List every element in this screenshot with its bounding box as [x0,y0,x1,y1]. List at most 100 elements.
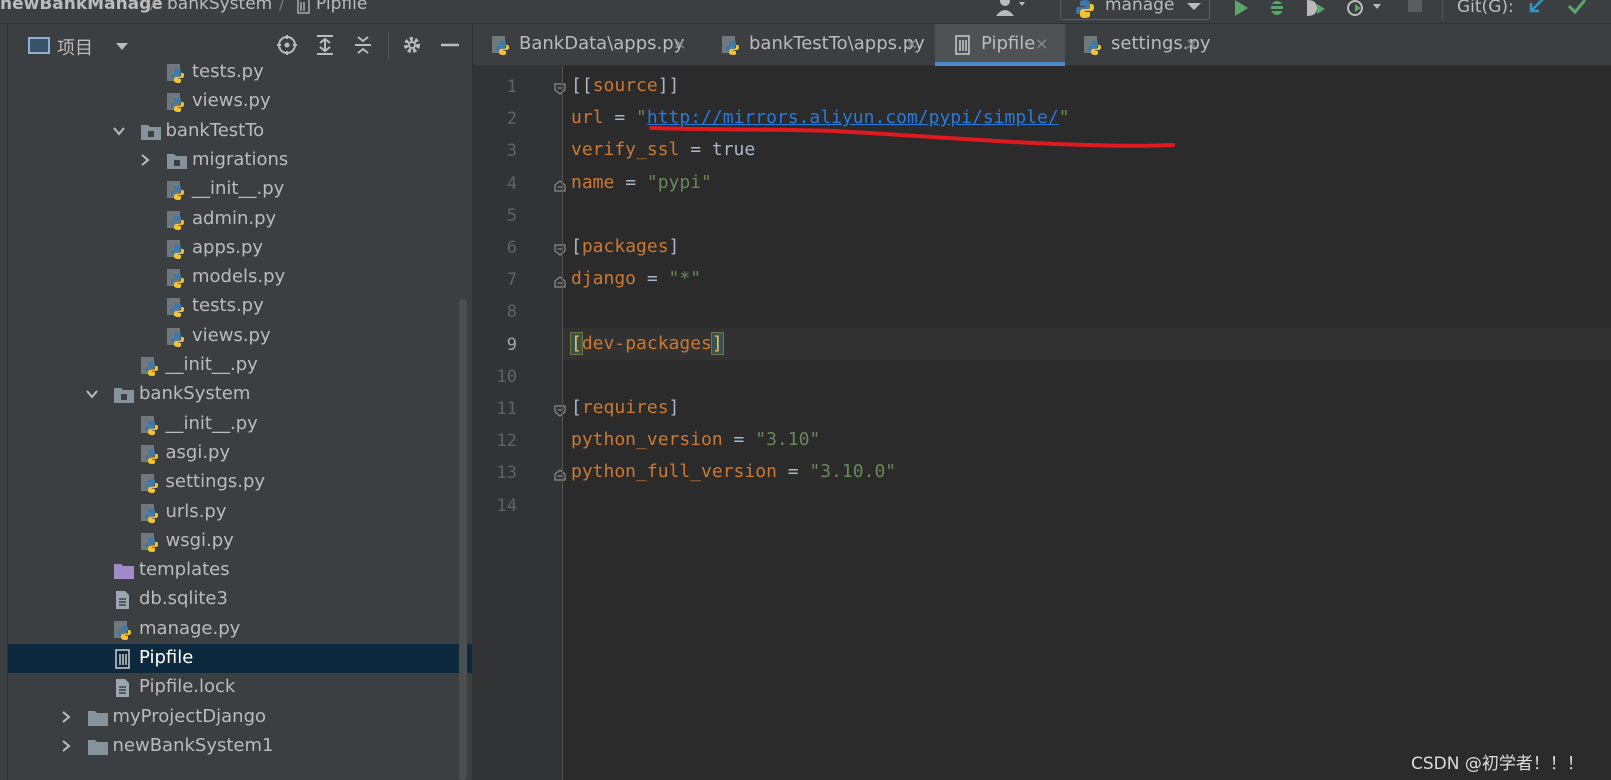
tab-label: BankData\apps.py [519,33,685,54]
folder-icon [87,708,108,728]
hide-panel-icon[interactable] [439,34,461,60]
python-file-icon [491,35,511,59]
line-number-gutter[interactable]: 1 2 3 4 5 6 7 8 9 10 11 12 13 14 [473,66,566,780]
chevron-right-icon[interactable] [59,709,73,723]
tree-item[interactable]: newBankSystem1 [8,732,472,761]
breadcrumb-separator: / [150,0,156,14]
git-commit-icon[interactable] [1567,0,1587,20]
close-icon[interactable]: × [1035,34,1048,53]
tree-item[interactable]: models.py [8,263,472,292]
tree-item[interactable]: __init__.py [8,351,472,380]
tree-item[interactable]: manage.py [8,615,472,644]
tree-item[interactable]: templates [8,556,472,585]
project-tree[interactable]: tests.py views.py bankTestTo migrations __in… [8,58,472,780]
code-line[interactable]: python_full_version = "3.10.0" [563,456,1611,488]
collapse-all-icon[interactable] [352,34,374,60]
code-line[interactable] [563,295,1611,327]
code-token: name [571,171,615,193]
close-icon[interactable]: × [673,34,686,53]
tree-item[interactable]: settings.py [8,468,472,497]
code-line[interactable] [563,360,1611,392]
user-icon[interactable] [995,0,1029,20]
tree-item[interactable]: asgi.py [8,439,472,468]
tree-item[interactable]: Pipfile.lock [8,673,472,702]
close-icon[interactable]: × [1185,34,1198,53]
run-config-label: manage [1105,0,1175,15]
chevron-right-icon[interactable] [138,152,152,166]
code-token: "3.10" [755,429,821,451]
code-line[interactable]: [packages] [563,231,1611,263]
project-panel-title[interactable]: 项目 [57,34,93,60]
line-number: 7 [506,270,517,291]
code-line[interactable]: [dev-packages] [563,327,1611,360]
tree-item[interactable]: myProjectDjango [8,703,472,732]
tree-item[interactable]: migrations [8,146,472,175]
python-file-icon [166,180,186,201]
editor-tab[interactable]: settings.py × [1065,24,1215,66]
code-line[interactable]: verify_ssl = true [563,134,1611,166]
editor-area: BankData\apps.py × bankTestTo\apps.py × Pipf… [473,24,1611,780]
expand-all-icon[interactable] [314,34,336,60]
run-configuration-selector[interactable]: manage [1060,0,1210,20]
breadcrumb-folder[interactable]: bankSystem [167,0,272,15]
code-area[interactable]: [[source]] url = "http://mirrors.aliyun.c… [563,66,1611,780]
code-token: verify_ssl [571,139,680,161]
chevron-down-icon[interactable] [112,123,126,137]
code-line[interactable]: python_version = "3.10" [563,424,1611,456]
tree-item[interactable]: bankTestTo [8,117,472,146]
tool-window-stripe[interactable] [0,24,8,780]
tree-item[interactable]: views.py [8,87,472,116]
code-token: " [636,107,647,129]
code-line[interactable]: [requires] [563,392,1611,424]
tree-item[interactable]: __init__.py [8,410,472,439]
tree-item[interactable]: wsgi.py [8,527,472,556]
debug-icon[interactable] [1267,0,1287,22]
gear-icon[interactable] [401,34,423,60]
code-token: "3.10.0" [809,461,897,483]
breadcrumb-project[interactable]: newBankManage [0,0,163,15]
editor-tab[interactable]: BankData\apps.py × [473,24,703,66]
tree-item[interactable]: __init__.py [8,175,472,204]
profile-icon[interactable] [1345,0,1385,22]
coverage-icon[interactable] [1305,0,1327,22]
module-folder-icon [113,385,134,405]
tree-item-label: templates [139,559,230,581]
tree-item[interactable]: urls.py [8,498,472,527]
tree-item[interactable]: Pipfile [8,644,472,673]
tree-item[interactable]: apps.py [8,234,472,263]
code-line[interactable]: django = "*" [563,263,1611,295]
editor-tab[interactable]: Pipfile × [935,24,1065,66]
stop-icon[interactable] [1407,0,1423,18]
tree-item[interactable]: views.py [8,322,472,351]
code-text: [[source]] [571,74,679,98]
locate-file-icon[interactable] [276,34,298,60]
tree-item-label: tests.py [192,61,264,82]
editor-tab[interactable]: bankTestTo\apps.py × [703,24,935,66]
tree-scrollbar[interactable] [459,299,467,780]
code-line[interactable] [563,199,1611,231]
tree-item-label: models.py [192,266,286,288]
breadcrumb-separator: / [279,0,285,14]
run-icon[interactable] [1232,0,1250,22]
chevron-right-icon[interactable] [59,738,73,752]
line-number: 14 [496,495,517,516]
line-number: 1 [506,77,517,97]
tree-item[interactable]: bankSystem [8,380,472,409]
tree-item[interactable]: admin.py [8,205,472,234]
python-file-icon [140,356,160,376]
breadcrumb-file[interactable]: Pipfile [316,0,367,15]
close-icon[interactable]: × [905,34,918,53]
chevron-down-icon[interactable] [116,43,128,50]
tree-item[interactable]: db.sqlite3 [8,585,472,614]
code-line[interactable]: name = "pypi" [563,167,1611,199]
code-line[interactable]: url = "http://mirrors.aliyun.com/pypi/si… [563,102,1611,134]
tab-label: bankTestTo\apps.py [749,33,925,54]
code-text: [dev-packages] [570,331,724,356]
code-line[interactable] [563,489,1611,521]
tree-item[interactable]: tests.py [8,58,472,87]
header-divider [388,32,389,60]
git-update-icon[interactable] [1528,0,1546,20]
chevron-down-icon[interactable] [85,386,99,400]
code-line[interactable]: [[source]] [563,70,1611,102]
tree-item[interactable]: tests.py [8,292,472,321]
